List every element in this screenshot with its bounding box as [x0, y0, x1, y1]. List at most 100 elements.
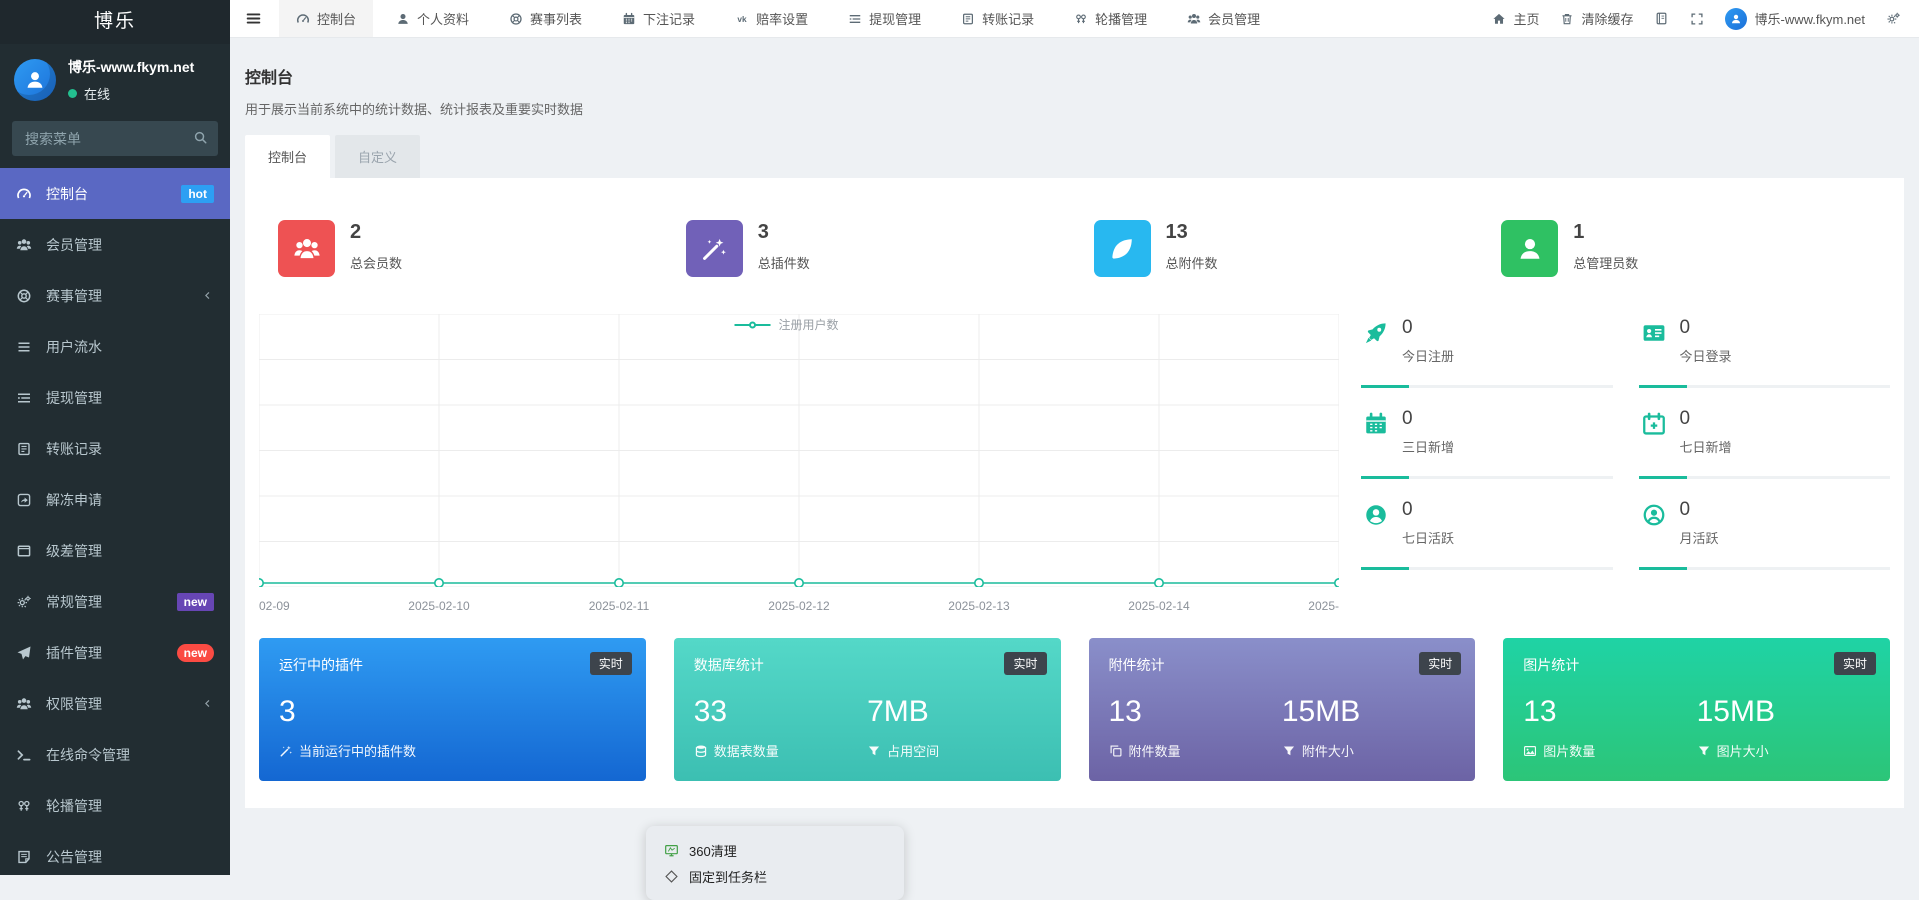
- filter-icon: [1697, 744, 1711, 758]
- home-link[interactable]: 主页: [1492, 9, 1539, 28]
- calendar-icon: [622, 12, 636, 26]
- fullscreen-button[interactable]: [1690, 12, 1704, 26]
- calendar-icon: [1361, 408, 1391, 479]
- sidebar-item[interactable]: 级差管理: [0, 525, 230, 576]
- user-icon: [27, 72, 43, 88]
- stat-box: 13 总附件数: [1075, 220, 1483, 277]
- topbar-tab[interactable]: 轮播管理: [1057, 0, 1164, 37]
- mini-stat: 0 七日新增: [1638, 405, 1891, 479]
- binoculars-icon: [1074, 12, 1088, 26]
- context-menu-item[interactable]: 360清理: [646, 837, 904, 863]
- topbar-right: 主页 清除缓存 博乐-www.fkym.net: [1492, 0, 1919, 37]
- list-icon: [15, 339, 33, 355]
- sidebar-item[interactable]: 轮播管理: [0, 780, 230, 831]
- gears-icon: [17, 595, 31, 608]
- home-icon: [1493, 13, 1506, 24]
- page-tab-label: 自定义: [358, 150, 398, 165]
- stat-value: 3: [757, 221, 769, 243]
- topbar-tab[interactable]: 转账记录: [944, 0, 1051, 37]
- mini-stat-value: 0: [1679, 499, 1691, 520]
- sidebar-item[interactable]: 提现管理: [0, 372, 230, 423]
- mini-stat: 0 三日新增: [1361, 405, 1613, 479]
- list-indent-icon: [18, 392, 30, 403]
- user-menu[interactable]: 博乐-www.fkym.net: [1725, 7, 1865, 30]
- sidebar-item[interactable]: 控制台 hot: [0, 168, 230, 219]
- topbar-tab-label: 提现管理: [869, 12, 922, 27]
- x-axis-label: 2025-02-13: [948, 599, 1010, 613]
- logs-button[interactable]: [1654, 11, 1669, 26]
- home-label: 主页: [1513, 12, 1540, 27]
- expand-icon: [1691, 12, 1704, 25]
- card-metric-label: 当前运行中的插件数: [299, 744, 417, 759]
- sidebar-item[interactable]: 会员管理: [0, 219, 230, 270]
- filter-icon: [1282, 744, 1296, 758]
- legend-marker-icon: [734, 319, 771, 330]
- sidebar-item-label: 级差管理: [46, 542, 102, 559]
- content: 控制台 用于展示当前系统中的统计数据、统计报表及重要实时数据 控制台 自定义 2总…: [230, 38, 1919, 875]
- card-metric-value: 13: [1523, 695, 1557, 728]
- sidebar-item[interactable]: 插件管理 new: [0, 627, 230, 678]
- binoculars-icon: [18, 800, 30, 811]
- stat-icon-box: [1093, 220, 1151, 277]
- sidebar-item[interactable]: 用户流水: [0, 321, 230, 372]
- card-metric-label: 图片数量: [1543, 744, 1596, 759]
- sidebar-item-label: 转账记录: [46, 440, 102, 457]
- list-indent-icon: [848, 12, 862, 26]
- filter-icon: [867, 744, 881, 758]
- page-tab[interactable]: 自定义: [335, 135, 421, 178]
- page-tab-label: 控制台: [268, 150, 308, 165]
- topbar-tab[interactable]: vk 赔率设置: [718, 0, 825, 37]
- topbar-tab[interactable]: 赛事列表: [492, 0, 599, 37]
- magic-icon: [279, 744, 293, 758]
- topbar-tab[interactable]: 控制台: [279, 0, 374, 37]
- menu-toggle-button[interactable]: [230, 0, 276, 37]
- x-axis-label: 2025-02-10: [408, 599, 470, 613]
- mini-stat-label: 七日活跃: [1402, 531, 1455, 546]
- user-icon: [398, 13, 408, 24]
- user-circle-icon: [1361, 499, 1391, 570]
- context-menu-item[interactable]: 固定到任务栏: [646, 863, 904, 889]
- rocket-icon: [1361, 317, 1391, 388]
- sidebar-item[interactable]: 在线命令管理: [0, 729, 230, 780]
- x-axis: 2025-02-09 2025-02-10 2025-02-11 2025-02-12…: [259, 597, 1339, 617]
- search-input[interactable]: [12, 121, 218, 156]
- send-icon: [15, 645, 33, 661]
- user-icon: [1732, 14, 1741, 23]
- sidebar-item[interactable]: 赛事管理: [0, 270, 230, 321]
- topbar-tab[interactable]: 会员管理: [1170, 0, 1277, 37]
- page-tab[interactable]: 控制台: [245, 135, 331, 178]
- lifering-icon: [15, 288, 33, 304]
- stat-value: 2: [350, 221, 362, 243]
- topbar-tab[interactable]: 下注记录: [605, 0, 712, 37]
- sidebar-item[interactable]: 常规管理 new: [0, 576, 230, 627]
- summary-card: 图片统计 实时 13 图片数量 15MB 图片大小: [1503, 638, 1890, 781]
- search-icon[interactable]: [193, 130, 208, 145]
- topbar-tab-label: 转账记录: [982, 12, 1035, 27]
- settings-button[interactable]: [1886, 11, 1901, 26]
- sidebar-item[interactable]: 转账记录: [0, 423, 230, 474]
- card-metric-label: 数据表数量: [713, 744, 779, 759]
- stat-label: 总会员数: [350, 256, 403, 271]
- sidebar-item[interactable]: 权限管理: [0, 678, 230, 729]
- notebook-icon: [1657, 12, 1667, 25]
- stat-label: 总管理员数: [1573, 256, 1639, 271]
- idcard-icon: [1639, 317, 1669, 388]
- vk-icon: vk: [735, 12, 749, 26]
- lifering-icon: [509, 12, 523, 26]
- image-icon: [1524, 745, 1537, 756]
- card-metric: 13 图片数量: [1523, 696, 1696, 760]
- mini-stat: 0 七日活跃: [1361, 496, 1613, 570]
- sidebar-item-label: 常规管理: [46, 593, 102, 610]
- copy-icon: [1109, 744, 1123, 758]
- topbar-tab[interactable]: 提现管理: [831, 0, 938, 37]
- mini-stat-label: 今日注册: [1402, 349, 1455, 364]
- sidebar-item-label: 权限管理: [46, 695, 102, 712]
- topbar-tab-label: 个人资料: [417, 12, 470, 27]
- user-status-label: 在线: [84, 87, 111, 102]
- sidebar-item[interactable]: 公告管理: [0, 831, 230, 875]
- chevron-left-icon: [205, 291, 210, 300]
- sidebar-item[interactable]: 解冻申请: [0, 474, 230, 525]
- clear-cache-link[interactable]: 清除缓存: [1560, 9, 1633, 28]
- realtime-badge: 实时: [1833, 652, 1876, 675]
- topbar-tab[interactable]: 个人资料: [379, 0, 486, 37]
